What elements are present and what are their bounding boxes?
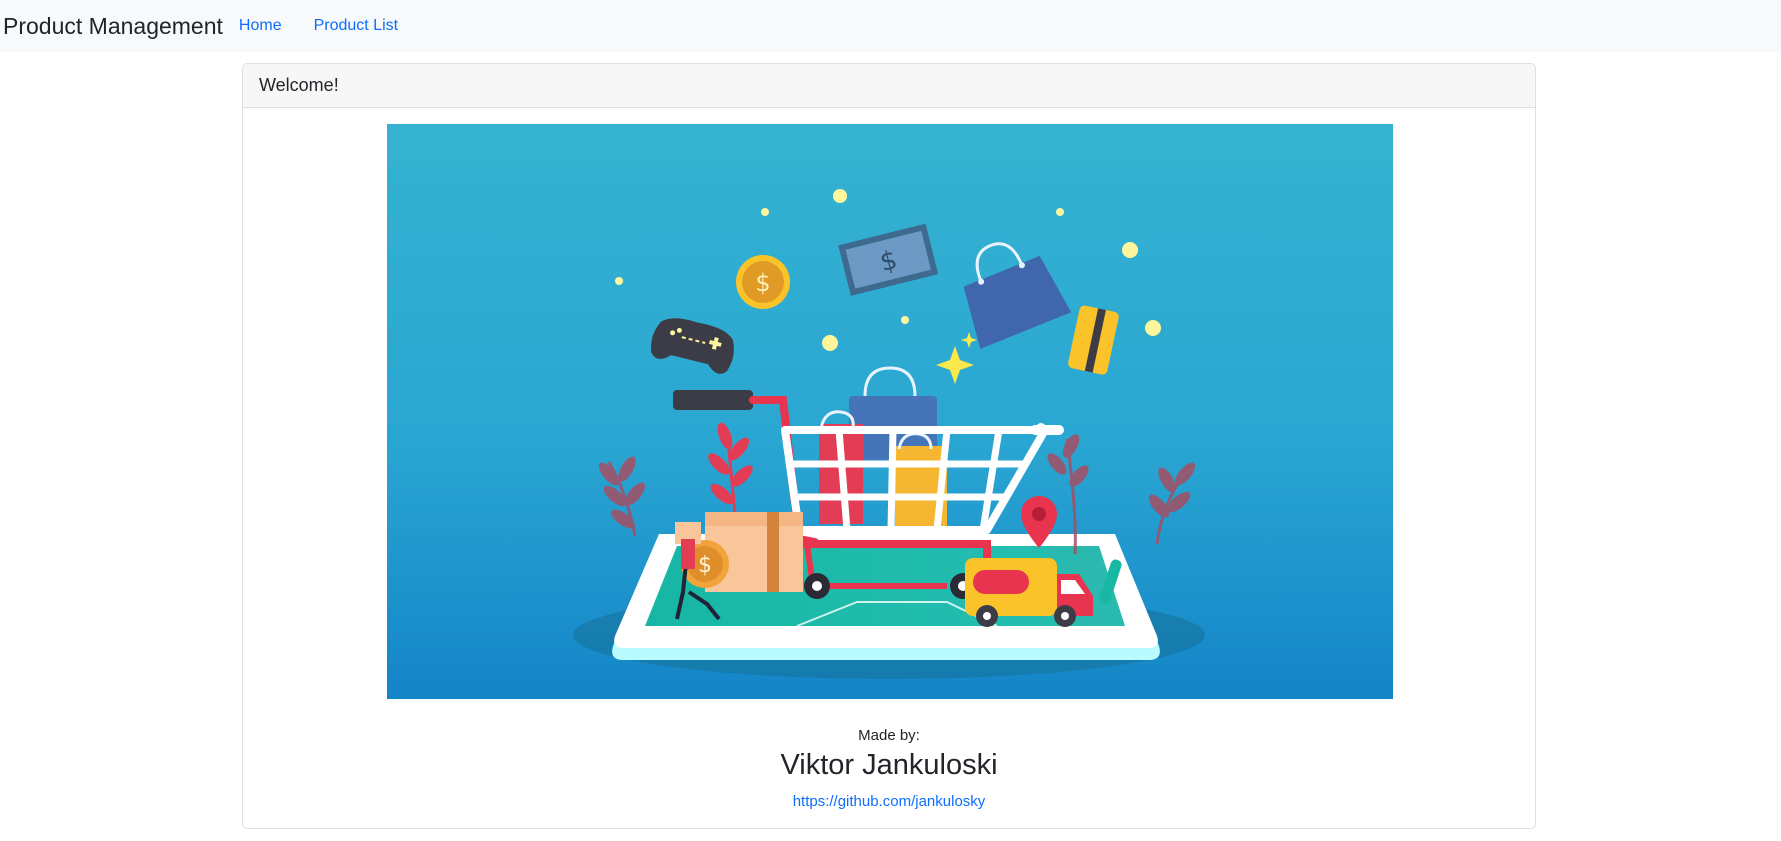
top-navbar: Product Management Home Product List [0, 0, 1781, 52]
nav-link-product-list[interactable]: Product List [314, 17, 398, 35]
coin-dollar-glyph: $ [698, 553, 712, 578]
repo-link-container: https://github.com/jankulosky [243, 793, 1535, 810]
coin-dollar-glyph-top: $ [755, 269, 770, 297]
gold-coin-icon: $ [736, 255, 790, 309]
hero-illustration: $ $ $ [387, 124, 1393, 699]
github-link[interactable]: https://github.com/jankulosky [793, 793, 986, 810]
welcome-card: Welcome! $ $ $ Made by: Viktor Jankulosk… [242, 63, 1536, 829]
card-header: Welcome! [243, 64, 1535, 108]
made-by-label: Made by: [858, 727, 920, 744]
brand-title[interactable]: Product Management [3, 13, 223, 40]
nav-link-home[interactable]: Home [239, 17, 282, 35]
author-name: Viktor Jankuloski [780, 749, 998, 781]
